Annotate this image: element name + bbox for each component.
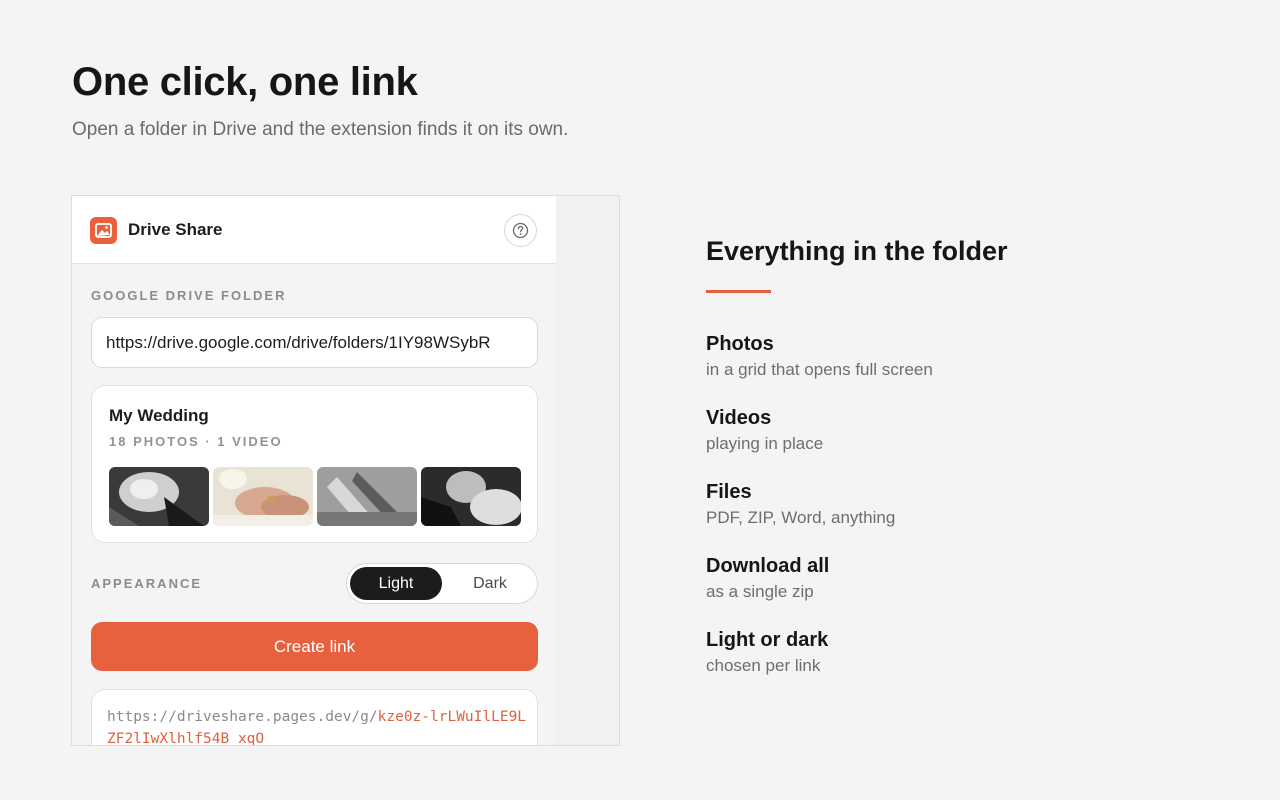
image-icon	[90, 217, 117, 244]
feature-name: Videos	[706, 407, 772, 429]
page-title: One click, one link	[72, 60, 418, 104]
rings-hands-photo	[213, 467, 313, 526]
feature-description: as a single zip	[706, 582, 814, 601]
feature-description: chosen per link	[706, 656, 821, 675]
folder-name: My Wedding	[109, 406, 209, 425]
appearance-dark-option[interactable]: Dark	[445, 567, 535, 600]
feature-item: Download all as a single zip	[706, 553, 1186, 627]
couple-photo	[421, 467, 521, 526]
question-circle-icon	[512, 222, 529, 239]
extension-screenshot: Drive Share GOOGLE DRIVE FOLDER My Weddi…	[71, 195, 620, 746]
feature-name: Files	[706, 481, 752, 503]
features-title: Everything in the folder	[706, 236, 1008, 266]
feature-item: Files PDF, ZIP, Word, anything	[706, 479, 1186, 553]
feature-name: Photos	[706, 333, 774, 355]
appearance-toggle: Light Dark	[346, 563, 538, 604]
features-accent-rule	[706, 290, 771, 293]
folder-preview-card: My Wedding 18 PHOTOS · 1 VIDEO	[91, 385, 538, 543]
feature-description: playing in place	[706, 434, 824, 453]
appearance-light-option[interactable]: Light	[350, 567, 442, 600]
create-link-button[interactable]: Create link	[91, 622, 538, 671]
extension-popup: Drive Share GOOGLE DRIVE FOLDER My Weddi…	[72, 196, 556, 745]
features-list: Photos in a grid that opens full screen …	[706, 331, 1186, 701]
feature-item: Light or dark chosen per link	[706, 627, 1186, 701]
folder-meta: 18 PHOTOS · 1 VIDEO	[109, 434, 283, 449]
generated-link-card: https://driveshare.pages.dev/g/kze0z-lrL…	[91, 689, 538, 745]
feature-description: in a grid that opens full screen	[706, 360, 933, 379]
page-subtitle: Open a folder in Drive and the extension…	[72, 119, 569, 140]
folder-url-input[interactable]	[91, 317, 538, 368]
feature-item: Videos playing in place	[706, 405, 1186, 479]
feature-name: Light or dark	[706, 629, 829, 651]
shoes-photo	[317, 467, 417, 526]
app-name: Drive Share	[128, 220, 223, 239]
popup-header: Drive Share	[72, 196, 556, 264]
feature-name: Download all	[706, 555, 830, 577]
feature-description: PDF, ZIP, Word, anything	[706, 508, 896, 527]
link-base: https://driveshare.pages.dev/g/	[107, 709, 378, 725]
appearance-label: APPEARANCE	[91, 576, 203, 591]
generated-link[interactable]: https://driveshare.pages.dev/g/kze0z-lrL…	[107, 706, 527, 745]
bouquet-photo	[109, 467, 209, 526]
feature-item: Photos in a grid that opens full screen	[706, 331, 1186, 405]
folder-section-label: GOOGLE DRIVE FOLDER	[91, 288, 287, 303]
help-button[interactable]	[504, 214, 537, 247]
